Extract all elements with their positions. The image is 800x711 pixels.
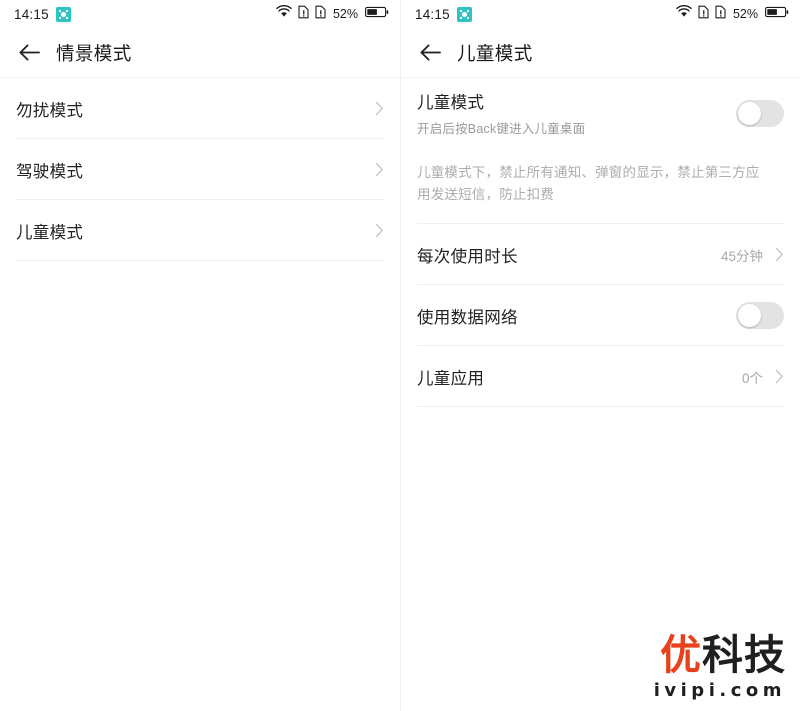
scene-mode-list: 勿扰模式 驾驶模式 儿童模式 [0,78,400,261]
status-bar-right: 52% [676,5,789,24]
dual-screenshot-container: 14:15 52% 情景模式 勿扰模式 驾驶模式 儿童模式 14:15 52% … [0,0,800,711]
watermark-brand-rest: 科技 [702,631,786,679]
back-arrow-icon[interactable] [16,40,42,66]
wifi-icon [676,5,692,23]
sidebar-item-kids-mode[interactable]: 儿童模式 [16,200,384,261]
row-label: 每次使用时长 [417,247,518,266]
sim1-no-card-icon [698,5,709,24]
sim2-no-card-icon [315,5,326,24]
action-bar: 儿童模式 [401,28,800,78]
page-title: 情景模式 [56,42,132,64]
row-text-wrapper: 每次使用时长 [417,243,721,267]
status-bar-left: 14:15 [415,6,472,22]
right-screen-kids-mode: 14:15 52% 儿童模式 儿童模式 开启后按Back键进入儿童桌面 儿童模式… [400,0,800,711]
row-text-wrapper: 儿童模式 [16,219,374,243]
kids-mode-toggle[interactable] [736,99,784,127]
description-text: 儿童模式下，禁止所有通知、弹窗的显示，禁止第三方应用发送短信，防止扣费 [417,165,760,202]
chevron-right-icon [774,369,784,385]
wifi-icon [276,5,292,23]
app-badge-icon [456,6,472,22]
chevron-right-icon [374,101,384,117]
row-label: 儿童应用 [417,369,485,388]
page-title: 儿童模式 [457,42,533,64]
battery-icon [765,5,789,23]
battery-percent-label: 52% [332,7,358,21]
data-network-toggle[interactable] [736,302,784,329]
battery-percent-label: 52% [732,7,758,21]
left-screen-scene-mode: 14:15 52% 情景模式 勿扰模式 驾驶模式 儿童模式 [0,0,400,711]
sidebar-item-driving-mode[interactable]: 驾驶模式 [16,139,384,200]
chevron-right-icon [774,247,784,263]
action-bar: 情景模式 [0,28,400,78]
watermark-domain: ivipi.com [653,680,786,701]
status-bar: 14:15 52% [0,0,400,28]
chevron-right-icon [374,223,384,239]
setting-row-kids-mode-master[interactable]: 儿童模式 开启后按Back键进入儿童桌面 [417,78,784,148]
kids-mode-settings-list: 儿童模式 开启后按Back键进入儿童桌面 儿童模式下，禁止所有通知、弹窗的显示，… [401,78,800,407]
row-label: 儿童模式 [16,223,84,242]
row-subtitle: 开启后按Back键进入儿童桌面 [417,122,586,136]
status-bar-right: 52% [276,5,389,24]
row-value: 0个 [741,370,763,386]
row-text-wrapper: 儿童模式 开启后按Back键进入儿童桌面 [417,89,736,137]
row-label: 使用数据网络 [417,308,518,327]
status-bar-left: 14:15 [14,6,71,22]
setting-row-use-data-network[interactable]: 使用数据网络 [417,285,784,346]
row-value: 45分钟 [720,248,763,264]
back-arrow-icon[interactable] [417,40,443,66]
app-badge-icon [55,6,71,22]
sim1-no-card-icon [298,5,309,24]
row-text-wrapper: 使用数据网络 [417,304,736,328]
kids-mode-description-block: 儿童模式下，禁止所有通知、弹窗的显示，禁止第三方应用发送短信，防止扣费 [417,148,784,224]
row-text-wrapper: 驾驶模式 [16,158,374,182]
setting-row-usage-duration[interactable]: 每次使用时长 45分钟 [417,224,784,285]
row-label: 儿童模式 [417,94,485,112]
toggle-knob [738,101,761,125]
row-label: 勿扰模式 [16,101,84,120]
status-clock: 14:15 [14,6,49,22]
watermark-brand-first: 优 [660,631,702,679]
watermark: 优科技 ivipi.com [653,635,786,702]
status-clock: 14:15 [415,6,450,22]
sidebar-item-do-not-disturb[interactable]: 勿扰模式 [16,78,384,139]
sim2-no-card-icon [715,5,726,24]
battery-icon [365,5,389,23]
watermark-brand: 优科技 [654,635,786,676]
row-text-wrapper: 勿扰模式 [16,97,374,121]
toggle-knob [738,304,761,327]
row-label: 驾驶模式 [16,162,84,181]
row-text-wrapper: 儿童应用 [417,365,742,389]
setting-row-kids-apps[interactable]: 儿童应用 0个 [417,346,784,407]
chevron-right-icon [374,162,384,178]
status-bar: 14:15 52% [401,0,800,28]
